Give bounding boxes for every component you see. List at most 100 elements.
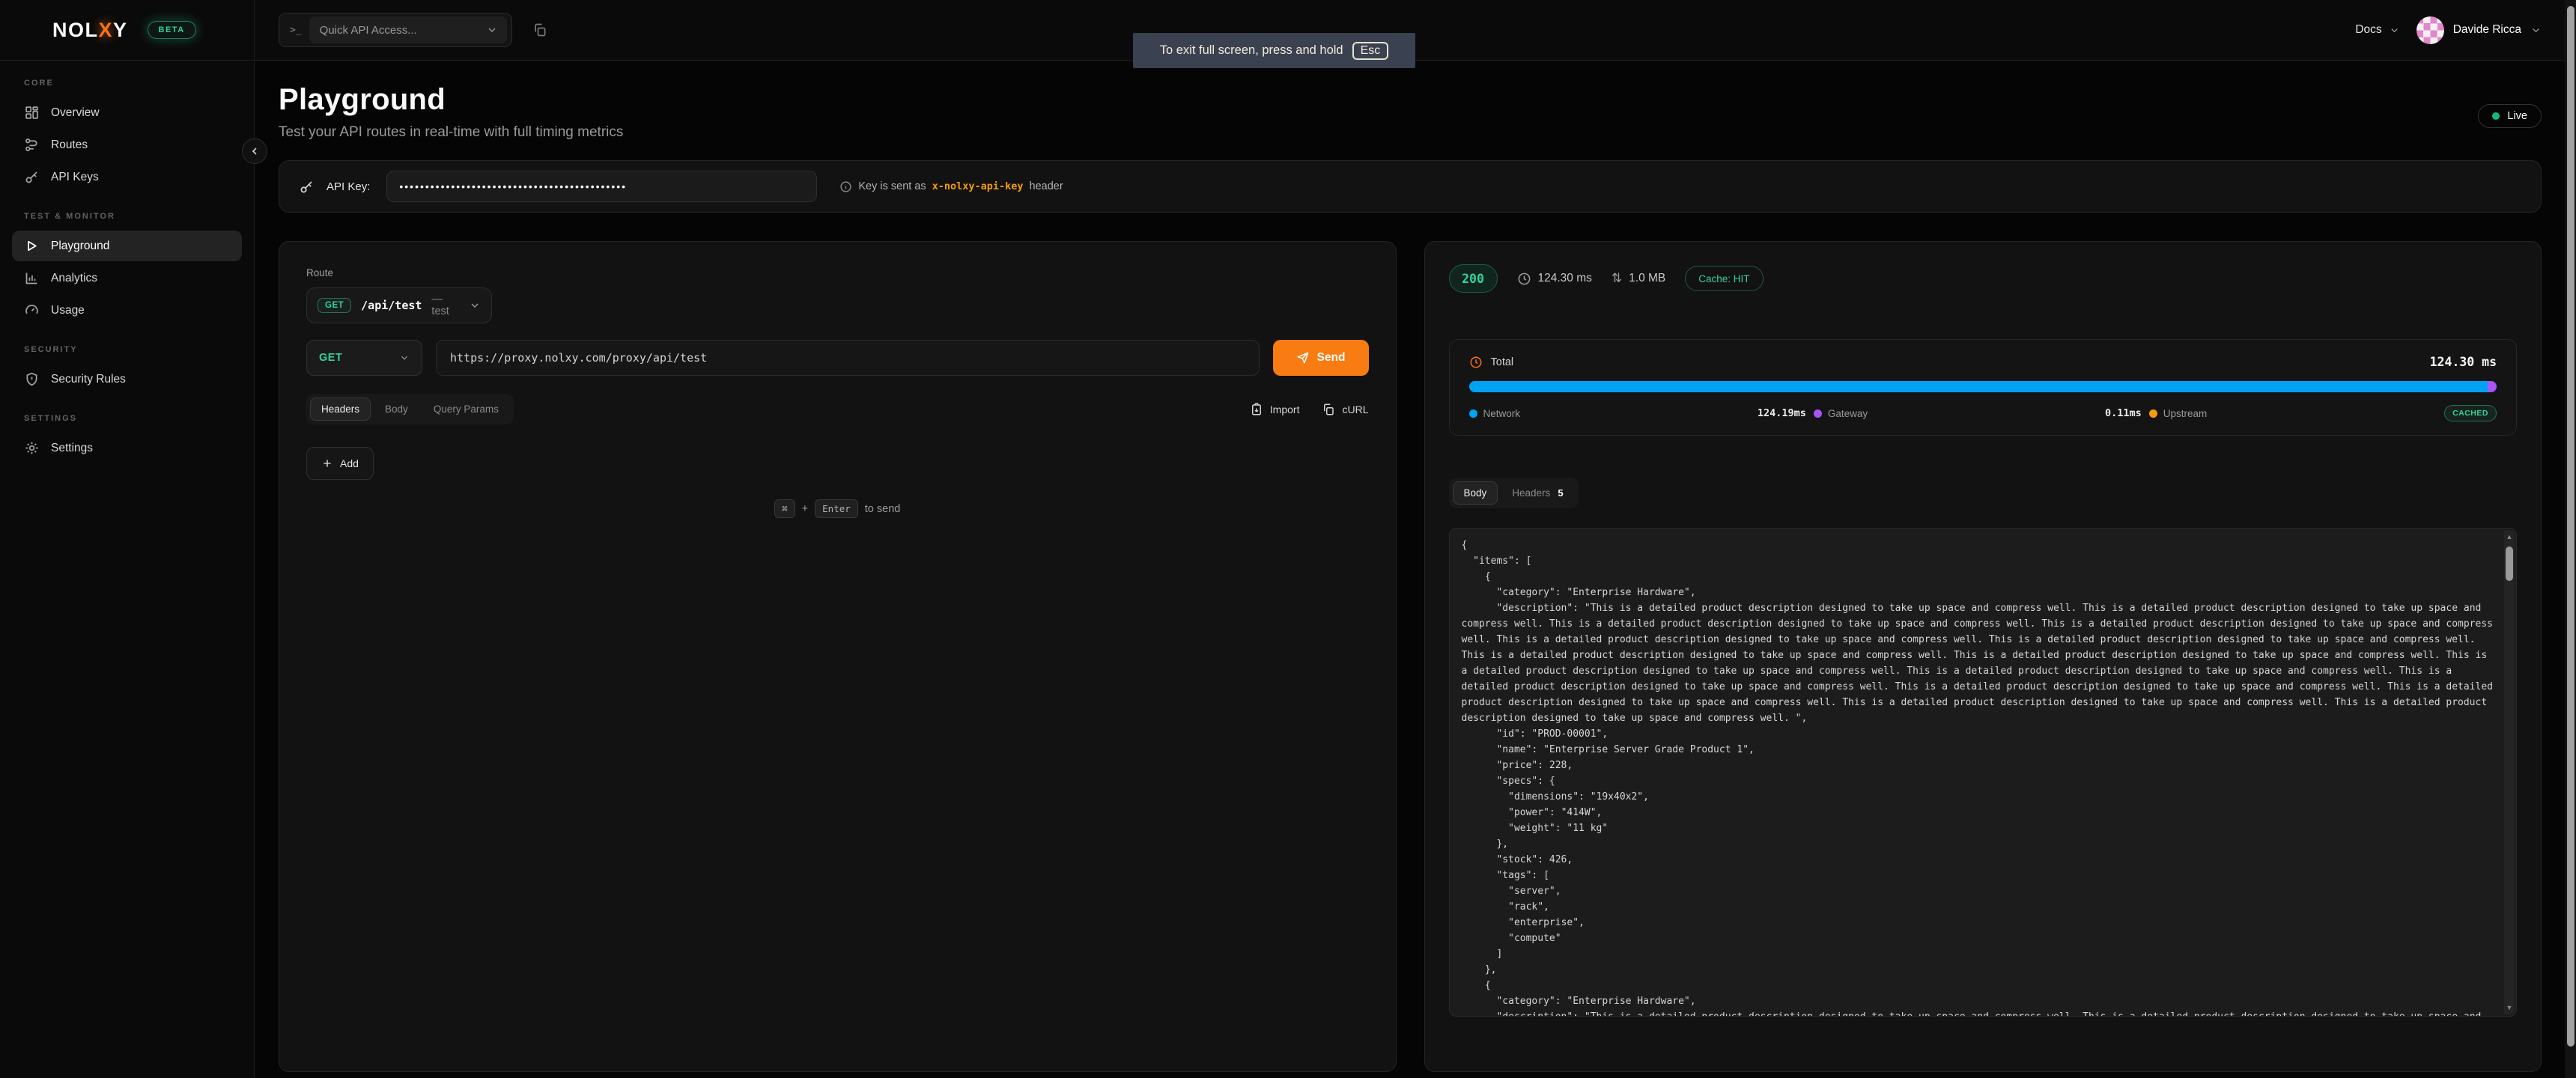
- response-time-metric: 124.30 ms: [1517, 272, 1592, 286]
- gateway-dot-icon: [1814, 409, 1822, 418]
- network-label: Network: [1483, 408, 1521, 419]
- response-json-text: { "items": [ { "category": "Enterprise H…: [1450, 529, 2517, 1017]
- sidebar-collapse-button[interactable]: [242, 138, 267, 164]
- tab-headers[interactable]: Headers: [310, 398, 371, 421]
- sidebar-section-test-monitor: TEST & MONITOR Playground Analytics Usag…: [12, 212, 242, 326]
- tab-response-body[interactable]: Body: [1453, 481, 1498, 505]
- sidebar-item-label: Usage: [51, 304, 85, 317]
- logo-area: NOLXY BETA: [0, 0, 255, 60]
- scroll-up-arrow-icon[interactable]: ▲: [2504, 532, 2515, 542]
- page-title: Playground: [279, 83, 623, 117]
- sidebar-item-usage[interactable]: Usage: [12, 295, 242, 326]
- api-key-input[interactable]: ••••••••••••••••••••••••••••••••••••••••…: [386, 171, 817, 202]
- sidebar-item-routes[interactable]: Routes: [12, 130, 242, 160]
- gauge-icon: [24, 302, 40, 318]
- request-line: GET https://proxy.nolxy.com/proxy/api/te…: [306, 340, 1369, 376]
- sidebar-item-security-rules[interactable]: Security Rules: [12, 364, 242, 395]
- route-name: — test: [431, 293, 459, 317]
- route-icon: [24, 137, 40, 153]
- route-select[interactable]: GET /api/test — test: [306, 287, 492, 323]
- response-panel: 200 124.30 ms ⇅ 1.0 MB Cache: HIT: [1424, 241, 2542, 1072]
- api-key-bar: API Key: •••••••••••••••••••••••••••••••…: [279, 160, 2542, 213]
- plus-text: +: [802, 503, 808, 515]
- curl-button[interactable]: cURL: [1322, 403, 1368, 416]
- sidebar-item-label: Settings: [51, 442, 93, 455]
- add-label: Add: [340, 457, 359, 469]
- quick-api-access-select[interactable]: >_ Quick API Access...: [279, 13, 512, 47]
- gateway-label: Gateway: [1828, 408, 1868, 419]
- page-subtitle: Test your API routes in real-time with f…: [279, 124, 623, 141]
- method-select[interactable]: GET: [306, 340, 422, 376]
- timing-total-row: Total 124.30 ms: [1469, 355, 2497, 369]
- terminal-icon: >_: [290, 25, 302, 36]
- import-button[interactable]: Import: [1250, 403, 1300, 416]
- sidebar: CORE Overview Routes API Keys: [0, 61, 255, 1078]
- info-icon: [839, 180, 852, 193]
- plus-icon: [321, 457, 333, 469]
- user-menu[interactable]: Davide Ricca: [2416, 16, 2542, 44]
- response-size-value: 1.0 MB: [1629, 272, 1665, 285]
- esc-key-hint: Esc: [1352, 42, 1389, 60]
- response-tabs-row: Body Headers 5: [1449, 478, 2518, 508]
- fullscreen-exit-toast: To exit full screen, press and hold Esc: [1133, 33, 1415, 68]
- response-time-value: 124.30 ms: [1538, 272, 1592, 285]
- clipboard-import-icon: [1250, 403, 1263, 416]
- response-scrollbar-thumb[interactable]: [2506, 546, 2513, 581]
- chevron-down-icon: [469, 299, 481, 311]
- chevron-down-icon: [2389, 25, 2400, 36]
- toast-text: To exit full screen, press and hold: [1160, 43, 1343, 58]
- app-logo: NOLXY: [52, 19, 128, 42]
- live-label: Live: [2507, 110, 2527, 122]
- keyboard-shortcut-hint: ⌘ + Enter to send: [306, 499, 1369, 518]
- grid-icon: [24, 105, 40, 121]
- chevron-down-icon: [486, 24, 498, 36]
- headers-tab-label: Headers: [1512, 487, 1550, 499]
- tab-response-headers[interactable]: Headers 5: [1501, 481, 1574, 505]
- status-code-badge: 200: [1449, 264, 1498, 293]
- live-status-badge: Live: [2478, 104, 2542, 128]
- headers-count-badge: 5: [1558, 487, 1563, 499]
- logo-text-suffix: Y: [113, 19, 128, 41]
- sidebar-item-analytics[interactable]: Analytics: [12, 263, 242, 293]
- section-label: SECURITY: [12, 345, 242, 354]
- scroll-down-arrow-icon[interactable]: ▼: [2504, 1002, 2515, 1013]
- bar-chart-icon: [24, 270, 40, 286]
- page-scrollbar-thumb[interactable]: [2567, 6, 2575, 1047]
- avatar: [2416, 16, 2444, 44]
- main-content: Playground Test your API routes in real-…: [255, 61, 2576, 1078]
- sidebar-item-label: API Keys: [51, 171, 99, 184]
- sidebar-item-overview[interactable]: Overview: [12, 97, 242, 128]
- tab-query-params[interactable]: Query Params: [422, 398, 510, 421]
- clock-icon: [1469, 356, 1483, 369]
- send-button[interactable]: Send: [1273, 340, 1369, 376]
- timing-breakdown-card: Total 124.30 ms Network 124.19ms Gateway…: [1449, 339, 2518, 436]
- docs-menu[interactable]: Docs: [2355, 23, 2399, 37]
- gear-icon: [24, 440, 40, 456]
- curl-label: cURL: [1342, 404, 1368, 415]
- add-header-button[interactable]: Add: [306, 447, 374, 480]
- response-body-viewer[interactable]: { "items": [ { "category": "Enterprise H…: [1449, 528, 2518, 1017]
- sidebar-item-label: Playground: [51, 240, 109, 253]
- response-size-metric: ⇅ 1.0 MB: [1611, 271, 1665, 286]
- gateway-value: 0.11ms: [2105, 407, 2142, 419]
- quick-access-inner: Quick API Access...: [309, 16, 507, 43]
- copy-quick-access-button[interactable]: [529, 19, 551, 41]
- request-tabs-row: Headers Body Query Params Import: [306, 394, 1369, 424]
- sidebar-item-api-keys[interactable]: API Keys: [12, 162, 242, 192]
- tab-body[interactable]: Body: [374, 398, 419, 421]
- url-input[interactable]: https://proxy.nolxy.com/proxy/api/test: [436, 340, 1260, 376]
- cached-badge: CACHED: [2444, 405, 2497, 421]
- hint-suffix: to send: [865, 503, 901, 515]
- shield-alert-icon: [24, 371, 40, 387]
- docs-label: Docs: [2355, 23, 2381, 37]
- chevron-left-icon: [249, 145, 261, 157]
- sidebar-section-core: CORE Overview Routes API Keys: [12, 79, 242, 192]
- sidebar-item-label: Analytics: [51, 272, 97, 285]
- api-key-label: API Key:: [326, 180, 370, 193]
- sidebar-item-settings[interactable]: Settings: [12, 433, 242, 463]
- key-icon: [299, 179, 315, 195]
- response-scrollbar[interactable]: ▲ ▼: [2504, 530, 2515, 1014]
- copy-icon: [532, 22, 547, 37]
- page-scrollbar[interactable]: [2565, 0, 2576, 1078]
- sidebar-item-playground[interactable]: Playground: [12, 231, 242, 261]
